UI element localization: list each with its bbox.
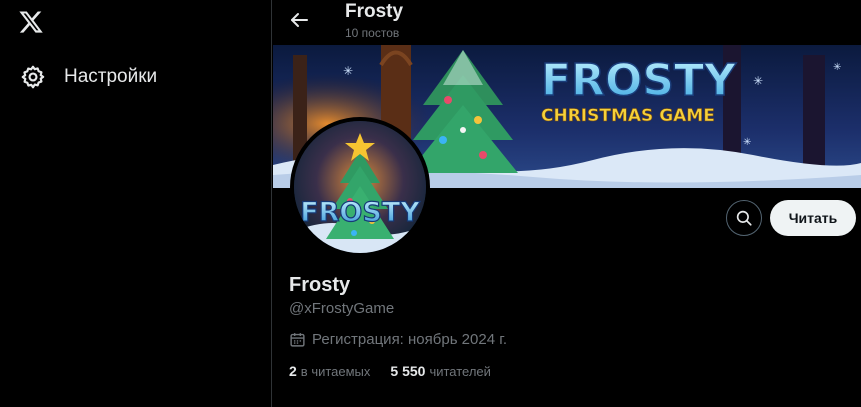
followers-link[interactable]: 5 550 читателей	[390, 363, 491, 379]
profile-name: Frosty	[289, 274, 351, 296]
following-label: в читаемых	[300, 364, 371, 379]
arrow-left-icon[interactable]	[287, 8, 311, 32]
following-count: 2	[289, 363, 297, 379]
gear-icon	[21, 65, 45, 89]
profile-column: FROSTY CHRISTMAS GAME ✳ ✳ ✳ ✳ Frosty 10 …	[273, 0, 861, 407]
search-icon	[736, 210, 752, 226]
sidebar-item-settings[interactable]: Настройки	[14, 60, 163, 94]
profile-handle: @xFrostyGame	[289, 300, 395, 317]
following-link[interactable]: 2 в читаемых	[289, 363, 370, 379]
svg-text:✳: ✳	[833, 62, 841, 73]
header-posts-count: 10 постов	[345, 26, 400, 40]
profile-joined: Регистрация: ноябрь 2024 г.	[289, 331, 507, 348]
profile-header-bar: Frosty 10 постов	[273, 0, 861, 45]
avatar-text: FROSTY	[300, 197, 420, 228]
banner-title: FROSTY	[541, 55, 737, 106]
followers-label: читателей	[429, 364, 491, 379]
x-logo-icon[interactable]	[17, 9, 45, 35]
profile-stats: 2 в читаемых 5 550 читателей	[289, 363, 511, 379]
follow-button[interactable]: Читать	[770, 200, 856, 236]
banner-subtitle: CHRISTMAS GAME	[541, 106, 715, 126]
avatar[interactable]: FROSTY	[290, 117, 430, 257]
header-name: Frosty	[345, 1, 404, 22]
sidebar-item-label: Настройки	[64, 66, 158, 87]
followers-count: 5 550	[390, 363, 426, 379]
profile-joined-text: Регистрация: ноябрь 2024 г.	[312, 331, 508, 348]
svg-text:✳: ✳	[743, 137, 751, 148]
left-sidebar: Настройки	[0, 0, 272, 407]
svg-text:✳: ✳	[753, 74, 763, 88]
calendar-icon	[290, 333, 305, 347]
search-profile-button[interactable]	[726, 200, 762, 236]
svg-text:✳: ✳	[343, 64, 353, 78]
avatar-image: FROSTY	[294, 121, 426, 253]
